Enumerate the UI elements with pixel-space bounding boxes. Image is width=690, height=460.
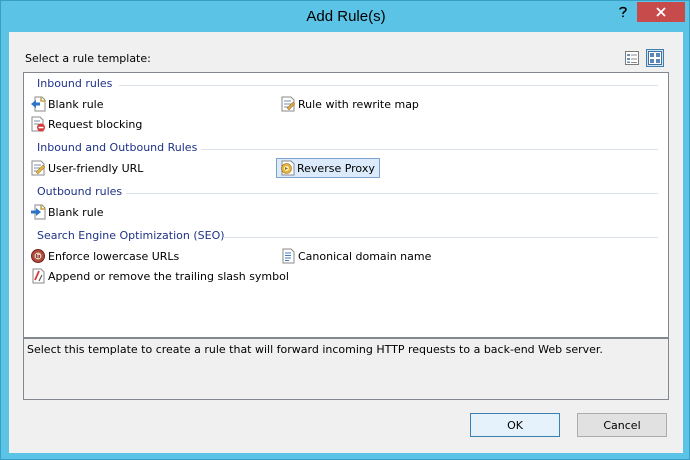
title-bar: Add Rule(s)	[1, 1, 690, 33]
details-view-icon	[625, 51, 639, 65]
ok-button[interactable]: OK	[470, 413, 560, 437]
canonical-domain-icon	[282, 248, 295, 264]
group-header-outbound: Outbound rules	[37, 185, 123, 198]
tiles-view-button[interactable]	[646, 49, 664, 67]
template-rule-with-rewrite-map[interactable]: Rule with rewrite map	[278, 95, 423, 113]
cancel-button[interactable]: Cancel	[577, 413, 667, 437]
rule-template-list[interactable]: Inbound rules Blank rule Rule with rewri…	[23, 72, 669, 338]
rewrite-map-icon	[281, 96, 296, 112]
template-label: Blank rule	[48, 205, 104, 219]
template-trailing-slash[interactable]: Append or remove the trailing slash symb…	[28, 267, 293, 285]
template-blank-outbound-rule[interactable]: Blank rule	[28, 203, 108, 221]
user-friendly-url-icon	[31, 160, 46, 176]
group-divider	[223, 237, 658, 238]
select-template-label: Select a rule template:	[25, 52, 151, 65]
template-request-blocking[interactable]: Request blocking	[28, 115, 146, 133]
template-label: Blank rule	[48, 97, 104, 111]
template-description: Select this template to create a rule th…	[23, 338, 669, 400]
tiles-view-icon	[648, 51, 662, 65]
template-label: Enforce lowercase URLs	[48, 249, 180, 263]
template-enforce-lowercase-urls[interactable]: Enforce lowercase URLs	[28, 247, 183, 265]
request-blocking-icon	[31, 116, 45, 132]
template-user-friendly-url[interactable]: User-friendly URL	[28, 159, 147, 177]
group-header-inbound: Inbound rules	[37, 77, 113, 90]
group-divider	[126, 193, 658, 194]
template-label: Rule with rewrite map	[298, 97, 419, 111]
lowercase-url-icon	[31, 249, 45, 263]
template-canonical-domain-name[interactable]: Canonical domain name	[278, 247, 435, 265]
template-label: Reverse Proxy	[297, 161, 375, 175]
dialog-title: Add Rule(s)	[306, 8, 386, 25]
close-icon	[656, 7, 666, 17]
trailing-slash-icon	[32, 268, 45, 284]
template-label: Request blocking	[48, 117, 143, 131]
template-label: Canonical domain name	[298, 249, 432, 263]
blank-inbound-rule-icon	[31, 96, 46, 112]
reverse-proxy-icon	[281, 160, 295, 176]
add-rules-dialog: Add Rule(s) Select a rule template: Inbo…	[0, 0, 690, 460]
group-divider	[119, 85, 658, 86]
details-view-button[interactable]	[623, 49, 641, 67]
help-button[interactable]	[611, 2, 635, 22]
blank-outbound-rule-icon	[31, 204, 46, 220]
template-label: User-friendly URL	[48, 161, 144, 175]
template-label: Append or remove the trailing slash symb…	[48, 269, 289, 283]
template-blank-inbound-rule[interactable]: Blank rule	[28, 95, 108, 113]
group-header-seo: Search Engine Optimization (SEO)	[37, 229, 225, 242]
group-divider	[201, 149, 658, 150]
dialog-body: Select a rule template: Inbound rules Bl…	[9, 32, 683, 453]
group-header-inbound-outbound: Inbound and Outbound Rules	[37, 141, 198, 154]
template-reverse-proxy[interactable]: Reverse Proxy	[276, 158, 380, 178]
close-button[interactable]	[637, 2, 685, 22]
question-icon	[619, 6, 627, 18]
